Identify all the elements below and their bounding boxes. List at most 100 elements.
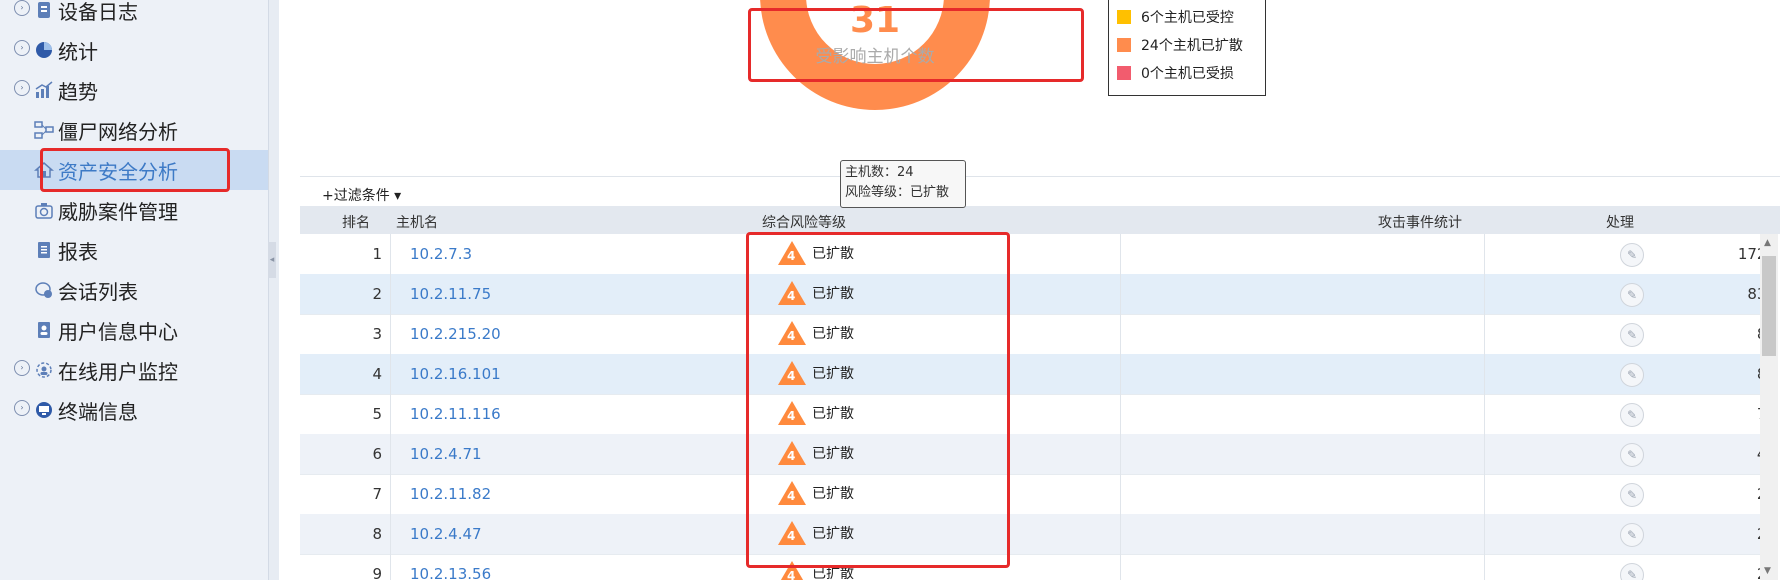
column-header-risk-level[interactable]: 综合风险等级	[762, 212, 846, 232]
rank-cell: 4	[372, 365, 382, 383]
column-divider	[1120, 234, 1121, 580]
edit-icon[interactable]: ✎	[1620, 363, 1644, 387]
report-icon	[38, 242, 50, 258]
legend-label: 0个主机已受损	[1141, 66, 1234, 82]
edit-icon[interactable]: ✎	[1620, 243, 1644, 267]
risk-level-number: 4	[787, 569, 796, 580]
network-icon	[34, 121, 54, 139]
tooltip-risk-level: 风险等级：已扩散	[845, 185, 950, 200]
expand-icon[interactable]: ›	[14, 0, 30, 16]
monitor-user-icon	[36, 362, 52, 378]
table-row[interactable]: 810.2.4.474已扩散25✎	[300, 514, 1760, 555]
collapse-sidebar-icon[interactable]: ◂	[268, 242, 276, 278]
edit-icon[interactable]: ✎	[1620, 523, 1644, 547]
edit-icon[interactable]: ✎	[1620, 483, 1644, 507]
sidebar-item-threat-case-management[interactable]: 威胁案件管理	[0, 190, 268, 230]
table-row[interactable]: 210.2.11.754已扩散834✎	[300, 274, 1760, 315]
sidebar-item-reports[interactable]: 报表	[0, 230, 268, 270]
rank-cell: 6	[372, 445, 382, 463]
expand-icon[interactable]: ›	[14, 40, 30, 56]
legend-label: 24个主机已扩散	[1141, 38, 1243, 54]
attack-count-cell: 47	[1360, 445, 1760, 463]
sidebar-item-trend[interactable]: › 趋势	[0, 70, 268, 110]
rank-cell: 8	[372, 525, 382, 543]
edit-icon[interactable]: ✎	[1620, 563, 1644, 580]
attack-count-cell: 26	[1360, 485, 1760, 503]
highlight-box	[748, 8, 1084, 82]
edit-icon[interactable]: ✎	[1620, 323, 1644, 347]
hostname-link[interactable]: 10.2.13.56	[410, 565, 491, 580]
sidebar-item-online-user-monitor[interactable]: › 在线用户监控	[0, 350, 268, 390]
sidebar-item-label: 僵尸网络分析	[58, 119, 178, 144]
highlight-box	[40, 148, 230, 192]
sidebar-item-label: 趋势	[58, 79, 98, 104]
sidebar-item-statistics[interactable]: › 统计	[0, 30, 268, 70]
hostname-link[interactable]: 10.2.4.71	[410, 445, 482, 463]
edit-icon[interactable]: ✎	[1620, 283, 1644, 307]
hostname-link[interactable]: 10.2.7.3	[410, 245, 472, 263]
attack-count-cell: 1724	[1737, 245, 1760, 263]
legend-label: 6个主机已受控	[1141, 10, 1234, 26]
rank-cell: 3	[372, 325, 382, 343]
camera-alert-icon	[35, 203, 53, 219]
scroll-down-icon[interactable]: ▼	[1764, 566, 1771, 576]
expand-icon[interactable]: ›	[14, 360, 30, 376]
table-row[interactable]: 110.2.7.34已扩散1724✎	[300, 234, 1760, 275]
document-icon	[38, 2, 50, 18]
attack-count-cell: 85	[1360, 325, 1760, 343]
table-scrollbar[interactable]: ▲ ▼	[1760, 234, 1778, 580]
hostname-link[interactable]: 10.2.11.82	[410, 485, 491, 503]
legend-item-damaged[interactable]: 0个主机已受损	[1117, 63, 1234, 83]
legend-item-spread[interactable]: 24个主机已扩散	[1117, 35, 1243, 55]
column-header-action[interactable]: 处理	[1606, 212, 1634, 232]
sidebar-item-label: 设备日志	[58, 0, 138, 24]
column-header-rank[interactable]: 排名	[342, 212, 370, 232]
column-header-hostname[interactable]: 主机名	[396, 212, 438, 232]
edit-icon[interactable]: ✎	[1620, 403, 1644, 427]
table-row[interactable]: 410.2.16.1014已扩散84✎	[300, 354, 1760, 395]
hostname-link[interactable]: 10.2.11.116	[410, 405, 501, 423]
rank-cell: 1	[372, 245, 382, 263]
chart-tooltip: 主机数：24 风险等级：已扩散	[840, 160, 966, 208]
legend-item-controlled[interactable]: 6个主机已受控	[1117, 7, 1234, 27]
sidebar-item-botnet-analysis[interactable]: 僵尸网络分析	[0, 110, 268, 150]
filter-conditions-button[interactable]: +过滤条件 ▾	[322, 185, 401, 205]
column-header-attack-count[interactable]: 攻击事件统计	[1378, 212, 1462, 232]
expand-icon[interactable]: ›	[14, 400, 30, 416]
hostname-link[interactable]: 10.2.4.47	[410, 525, 482, 543]
rank-cell: 5	[372, 405, 382, 423]
trend-chart-icon	[35, 81, 53, 98]
hostname-link[interactable]: 10.2.11.75	[410, 285, 491, 303]
scroll-up-icon[interactable]: ▲	[1764, 238, 1771, 248]
table-row[interactable]: 510.2.11.1164已扩散73✎	[300, 394, 1760, 435]
hostname-link[interactable]: 10.2.16.101	[410, 365, 501, 383]
column-divider	[1484, 234, 1485, 580]
highlight-box	[746, 232, 1010, 568]
table-header: 排名 主机名 综合风险等级 攻击事件统计 处理	[300, 206, 1780, 234]
rank-cell: 7	[372, 485, 382, 503]
sidebar-item-terminal-info[interactable]: › 终端信息	[0, 390, 268, 430]
sidebar-item-session-list[interactable]: 会话列表	[0, 270, 268, 310]
attack-count-cell: 73	[1360, 405, 1760, 423]
sidebar-item-label: 终端信息	[58, 399, 138, 424]
sidebar-splitter[interactable]	[268, 0, 279, 580]
rank-cell: 2	[372, 285, 382, 303]
edit-icon[interactable]: ✎	[1620, 443, 1644, 467]
table-row[interactable]: 910.2.13.564已扩散23✎	[300, 554, 1760, 580]
sidebar-item-user-info-center[interactable]: 用户信息中心	[0, 310, 268, 350]
column-divider	[390, 234, 391, 580]
sidebar-item-device-log[interactable]: › 设备日志	[0, 0, 268, 30]
legend-swatch	[1117, 38, 1131, 52]
user-doc-icon	[38, 322, 50, 338]
table-row[interactable]: 610.2.4.714已扩散47✎	[300, 434, 1760, 475]
scroll-thumb[interactable]	[1762, 256, 1776, 356]
expand-icon[interactable]: ›	[14, 80, 30, 96]
table-row[interactable]: 310.2.215.204已扩散85✎	[300, 314, 1760, 355]
sidebar-item-label: 用户信息中心	[58, 319, 178, 344]
sidebar-item-label: 会话列表	[58, 279, 138, 304]
hosts-table-body: 110.2.7.34已扩散1724✎210.2.11.754已扩散834✎310…	[300, 234, 1760, 580]
attack-count-cell: 23	[1360, 565, 1760, 580]
attack-count-cell: 25	[1360, 525, 1760, 543]
table-row[interactable]: 710.2.11.824已扩散26✎	[300, 474, 1760, 515]
hostname-link[interactable]: 10.2.215.20	[410, 325, 501, 343]
